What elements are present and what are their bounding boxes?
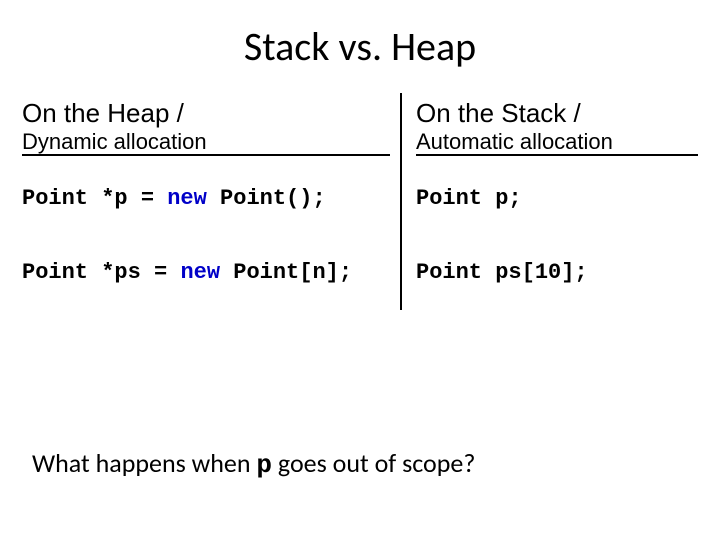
header-stack-title: On the Stack / (416, 99, 698, 128)
comparison-table: On the Heap / Dynamic allocation On the … (22, 93, 698, 310)
header-heap: On the Heap / Dynamic allocation (22, 93, 400, 162)
slide-title: Stack vs. Heap (0, 0, 720, 83)
header-stack: On the Stack / Automatic allocation (400, 93, 698, 162)
keyword-new: new (180, 260, 220, 285)
question-code: p (256, 450, 272, 480)
header-heap-rule (22, 154, 390, 156)
header-stack-rule (416, 154, 698, 156)
stack-code-cell: Point ps[10]; (400, 254, 698, 291)
code-text: Point[n]; (220, 260, 352, 285)
slide: Stack vs. Heap On the Heap / Dynamic all… (0, 0, 720, 540)
keyword-new: new (167, 186, 207, 211)
table-body: Point *p = new Point(); Point p; Point *… (22, 162, 698, 310)
vertical-divider (400, 93, 402, 310)
heap-code-cell: Point *p = new Point(); (22, 180, 400, 217)
table-header-row: On the Heap / Dynamic allocation On the … (22, 93, 698, 162)
table-row: Point *p = new Point(); Point p; (22, 162, 698, 236)
question-pre: What happens when (32, 447, 256, 479)
table-row: Point *ps = new Point[n]; Point ps[10]; (22, 236, 698, 310)
stack-code-cell: Point p; (400, 180, 698, 217)
header-stack-sub: Automatic allocation (416, 130, 698, 154)
header-heap-title: On the Heap / (22, 99, 390, 128)
question-post: goes out of scope? (272, 447, 475, 479)
question-text: What happens when p goes out of scope? (32, 447, 475, 480)
code-text: Point(); (207, 186, 326, 211)
header-heap-sub: Dynamic allocation (22, 130, 390, 154)
code-text: Point *ps = (22, 260, 180, 285)
heap-code-cell: Point *ps = new Point[n]; (22, 254, 400, 291)
code-text: Point *p = (22, 186, 167, 211)
